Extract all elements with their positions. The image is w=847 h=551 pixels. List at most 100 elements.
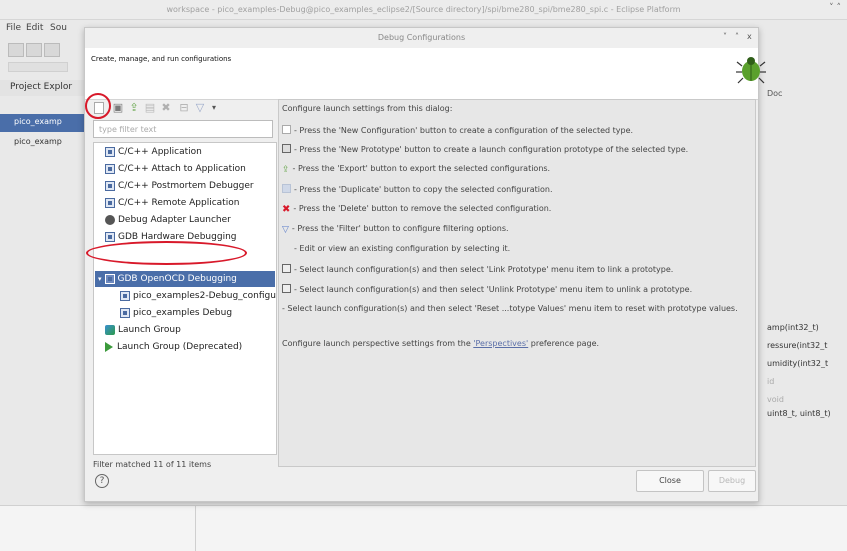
configuration-toolbar: ▣ ⇪ ▤ ✖ ⊟ ▽ ▾ <box>93 99 277 117</box>
tree-item-label: GDB OpenOCD Debugging <box>117 274 237 284</box>
gear-icon <box>105 215 115 225</box>
tree-item-label: pico_examples2-Debug_configura <box>133 291 276 301</box>
info-delete: ✖ - Press the 'Delete' button to remove t… <box>282 204 552 215</box>
help-icon[interactable]: ? <box>95 474 109 488</box>
info-text: - Press the 'Export' button to export th… <box>292 164 551 173</box>
eclipse-bottom-area <box>0 505 847 551</box>
tree-item-cpp-remote[interactable]: C/C++ Remote Application <box>105 195 239 211</box>
stop-tool-icon[interactable] <box>44 43 60 57</box>
config-icon <box>105 232 115 242</box>
annotation-circle <box>85 93 111 119</box>
info-text: - Press the 'Delete' button to remove th… <box>293 204 552 213</box>
tree-item-debug-adapter[interactable]: Debug Adapter Launcher <box>105 212 231 228</box>
debug-button[interactable]: Debug <box>708 470 756 492</box>
link-prototype-icon <box>282 264 291 273</box>
info-duplicate: - Press the 'Duplicate' button to copy t… <box>282 184 553 194</box>
close-window-button[interactable]: x <box>747 32 752 41</box>
minimize-button[interactable]: ˅ <box>723 32 727 41</box>
info-panel: Configure launch settings from this dial… <box>278 99 756 467</box>
eclipse-menubar: File Edit Sou <box>0 20 84 38</box>
info-unlink-prototype: - Select launch configuration(s) and the… <box>282 284 692 294</box>
config-icon <box>105 147 115 157</box>
info-perspectives: Configure launch perspective settings fr… <box>282 339 599 348</box>
tree-item-pico-examples2[interactable]: pico_examples2-Debug_configura <box>120 288 276 304</box>
config-icon <box>105 181 115 191</box>
eclipse-window-title: workspace - pico_examples-Debug@pico_exa… <box>166 5 681 14</box>
menu-edit[interactable]: Edit <box>26 23 43 33</box>
eclipse-window-controls[interactable]: ˅ ˄ <box>829 3 841 13</box>
info-text: - Press the 'Duplicate' button to copy t… <box>294 185 553 194</box>
tree-item-cpp-postmortem[interactable]: C/C++ Postmortem Debugger <box>105 178 254 194</box>
tree-item-cpp-application[interactable]: C/C++ Application <box>105 144 202 160</box>
config-icon <box>120 291 130 301</box>
tree-item-launch-group-deprecated[interactable]: Launch Group (Deprecated) <box>105 339 242 355</box>
tree-item-label: Debug Adapter Launcher <box>118 215 231 225</box>
filter-input[interactable] <box>93 120 273 138</box>
dialog-header: Create, manage, and run configurations <box>85 48 758 100</box>
info-filter: ▽ - Press the 'Filter' button to configur… <box>282 224 509 235</box>
filter-icon[interactable]: ▽ <box>193 101 207 115</box>
project-item[interactable]: pico_examp <box>0 134 84 152</box>
outline-item[interactable]: id <box>767 377 847 386</box>
outline-item[interactable]: umidity(int32_t <box>767 359 847 368</box>
project-item-label: pico_examp <box>14 137 62 146</box>
tree-item-label: C/C++ Attach to Application <box>118 164 246 174</box>
outline-item[interactable]: amp(int32_t) <box>767 323 847 332</box>
doc-tab[interactable]: Doc <box>767 89 847 98</box>
project-item-selected[interactable]: pico_examp <box>0 114 84 132</box>
view-menu-icon[interactable]: ▾ <box>207 101 221 115</box>
export-icon[interactable]: ⇪ <box>127 101 141 115</box>
configuration-tree: C/C++ Application C/C++ Attach to Applic… <box>93 142 277 455</box>
info-link-prototype: - Select launch configuration(s) and the… <box>282 264 673 274</box>
new-configuration-icon <box>282 125 291 134</box>
info-new-prototype: - Press the 'New Prototype' button to cr… <box>282 144 688 154</box>
tree-item-gdb-openocd[interactable]: ▾ GDB OpenOCD Debugging <box>95 271 275 287</box>
tree-item-label: Launch Group (Deprecated) <box>117 342 243 352</box>
dialog-titlebar[interactable]: Debug Configurations ˅ ˄ x <box>85 28 758 48</box>
collapse-arrow-icon[interactable]: ▾ <box>98 275 102 283</box>
delete-icon: ✖ <box>282 204 291 215</box>
config-icon <box>104 274 115 284</box>
info-text: - Press the 'Filter' button to configure… <box>291 224 509 233</box>
info-text: - Select launch configuration(s) and the… <box>294 285 693 294</box>
outline-item[interactable]: uint8_t, uint8_t) <box>767 409 847 418</box>
launch-group-icon <box>105 325 115 335</box>
filter-icon: ▽ <box>282 225 289 235</box>
duplicate-icon[interactable]: ▤ <box>143 101 157 115</box>
dialog-subtitle: Create, manage, and run configurations <box>91 55 232 63</box>
project-explorer-title: Project Explor <box>10 82 73 92</box>
collapse-all-icon[interactable]: ⊟ <box>177 101 191 115</box>
project-explorer-tab[interactable]: Project Explor <box>0 80 84 96</box>
info-text: - Press the 'New Prototype' button to cr… <box>294 145 689 154</box>
info-edit: - Edit or view an existing configuration… <box>294 244 511 253</box>
info-text: - Press the 'New Configuration' button t… <box>294 126 634 135</box>
menu-source[interactable]: Sou <box>50 23 67 33</box>
eclipse-titlebar: workspace - pico_examples-Debug@pico_exa… <box>0 0 847 20</box>
toolbar-row <box>8 62 68 72</box>
config-icon <box>105 198 115 208</box>
close-button[interactable]: Close <box>636 470 704 492</box>
tree-item-launch-group[interactable]: Launch Group <box>105 322 181 338</box>
annotation-ellipse <box>86 241 247 265</box>
duplicate-icon <box>282 184 291 193</box>
maximize-button[interactable]: ˄ <box>735 32 739 41</box>
tree-item-label: pico_examples Debug <box>133 308 233 318</box>
info-reset-prototype: - Select launch configuration(s) and the… <box>282 304 738 313</box>
config-icon <box>105 164 115 174</box>
tree-item-label: Launch Group <box>118 325 181 335</box>
delete-icon[interactable]: ✖ <box>159 101 173 115</box>
outline-item[interactable]: void <box>767 395 847 404</box>
perspectives-link[interactable]: 'Perspectives' <box>473 339 528 348</box>
settings-tool-icon[interactable] <box>26 43 42 57</box>
outline-item[interactable]: ressure(int32_t <box>767 341 847 350</box>
filter-status: Filter matched 11 of 11 items <box>93 460 212 469</box>
tree-item-cpp-attach[interactable]: C/C++ Attach to Application <box>105 161 246 177</box>
new-prototype-icon[interactable]: ▣ <box>111 101 125 115</box>
menu-file[interactable]: File <box>6 23 21 33</box>
unlink-prototype-icon <box>282 284 291 293</box>
build-tool-icon[interactable] <box>8 43 24 57</box>
config-icon <box>120 308 130 318</box>
tree-item-label: C/C++ Remote Application <box>118 198 240 208</box>
tree-item-pico-examples-debug[interactable]: pico_examples Debug <box>120 305 232 321</box>
bug-icon <box>736 57 766 84</box>
